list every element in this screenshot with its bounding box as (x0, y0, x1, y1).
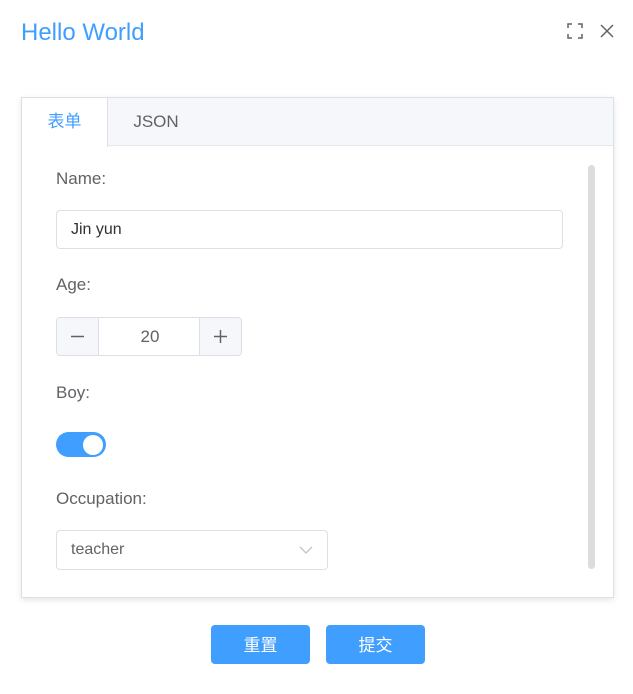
switch-knob (83, 434, 103, 455)
increment-button[interactable] (199, 318, 241, 355)
close-icon[interactable] (598, 22, 616, 40)
fullscreen-icon[interactable] (566, 22, 584, 40)
tab-bar: 表单 JSON (22, 98, 613, 147)
age-label: Age: (56, 275, 91, 294)
dialog-title: Hello World (21, 19, 145, 46)
dialog: Hello World 表单 JSON Name: Age: 20 (0, 0, 633, 694)
decrement-button[interactable] (57, 318, 99, 355)
plus-icon (214, 330, 227, 343)
name-label: Name: (56, 169, 107, 188)
occupation-select[interactable]: teacher (56, 530, 328, 570)
boy-switch[interactable] (56, 432, 106, 457)
minus-icon (71, 335, 84, 338)
boy-label: Boy: (56, 383, 91, 402)
tab-json[interactable]: JSON (108, 98, 204, 146)
chevron-down-icon (299, 546, 313, 554)
tab-form[interactable]: 表单 (22, 98, 108, 147)
age-stepper: 20 (56, 317, 242, 356)
submit-button[interactable]: 提交 (326, 625, 425, 664)
form-card: 表单 JSON Name: Age: 20 Boy: Occupation: (21, 97, 614, 598)
scrollbar[interactable] (588, 165, 595, 569)
reset-button[interactable]: 重置 (211, 625, 310, 664)
age-value[interactable]: 20 (99, 318, 201, 355)
occupation-label: Occupation: (56, 489, 147, 508)
occupation-value: teacher (71, 541, 125, 558)
name-input[interactable] (56, 210, 563, 249)
